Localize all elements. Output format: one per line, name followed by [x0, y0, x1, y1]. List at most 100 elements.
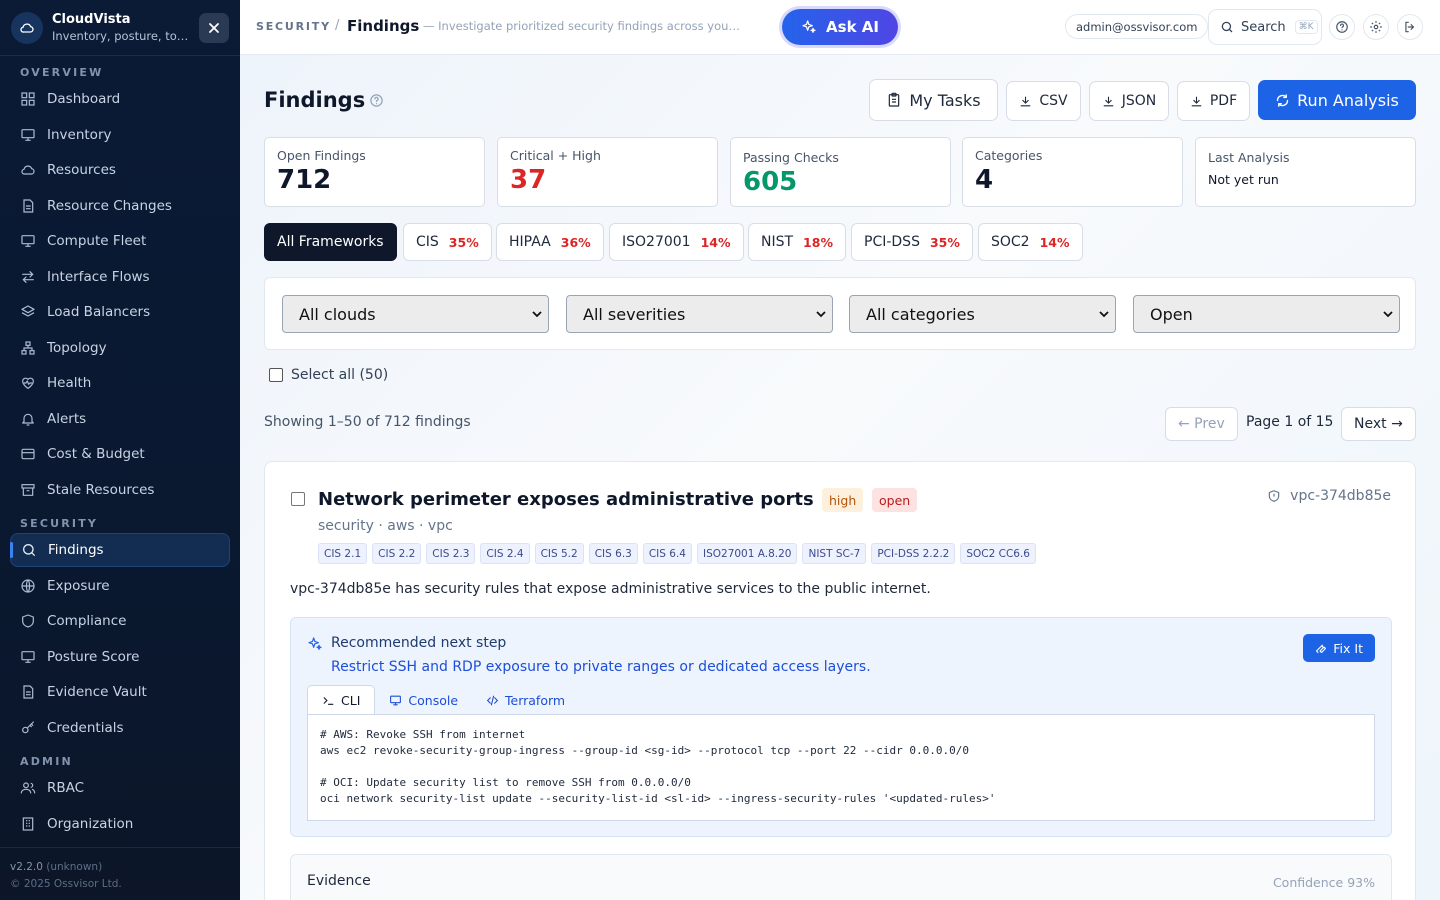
- nav-evidence-vault[interactable]: Evidence Vault: [10, 675, 230, 709]
- select-all-checkbox[interactable]: Select all (50): [269, 367, 388, 383]
- chip-percent: 35%: [448, 234, 479, 250]
- chip-label: HIPAA: [509, 234, 551, 250]
- nav-label: Posture Score: [47, 649, 140, 665]
- nav-organization[interactable]: Organization: [10, 807, 230, 841]
- nav-label: Topology: [47, 340, 107, 356]
- logout-button[interactable]: [1397, 14, 1423, 40]
- help-circle-icon[interactable]: [369, 93, 384, 108]
- nav-inventory[interactable]: Inventory: [10, 118, 230, 152]
- chip-percent: 36%: [560, 234, 591, 250]
- category-filter-select[interactable]: All categories: [849, 295, 1116, 333]
- stat-label: Open Findings: [277, 148, 366, 163]
- framework-chip-nist[interactable]: NIST 18%: [748, 223, 846, 261]
- nav-exposure[interactable]: Exposure: [10, 569, 230, 603]
- layers-icon: [21, 305, 35, 317]
- remediation-tabs: CLI Console Terraform: [307, 685, 579, 715]
- cloud-icon: [21, 165, 35, 175]
- nav-compliance[interactable]: Compliance: [10, 604, 230, 638]
- breadcrumb-section[interactable]: SECURITY: [256, 20, 331, 33]
- nav-findings[interactable]: Findings: [10, 533, 230, 567]
- evidence-title: Evidence: [307, 873, 371, 889]
- nav-stale-resources[interactable]: Stale Resources: [10, 473, 230, 507]
- select-all-label: Select all (50): [291, 367, 389, 383]
- building-icon: [22, 817, 34, 831]
- chip-percent: 18%: [803, 234, 833, 250]
- version: v2.2.0: [10, 861, 43, 873]
- my-tasks-label: My Tasks: [909, 90, 981, 110]
- evidence-panel[interactable]: Evidence Confidence 93%: [290, 854, 1392, 900]
- export-csv-button[interactable]: CSV: [1006, 81, 1081, 121]
- bell-icon: [22, 413, 34, 426]
- cloud-filter-select[interactable]: All clouds: [282, 295, 549, 333]
- nav-health[interactable]: Health: [10, 366, 230, 400]
- nav-label: Resource Changes: [47, 198, 172, 214]
- tab-cli[interactable]: CLI: [307, 685, 376, 715]
- archive-icon: [21, 484, 35, 496]
- tab-console[interactable]: Console: [375, 685, 472, 715]
- run-analysis-button[interactable]: Run Analysis: [1258, 80, 1416, 120]
- stat-value: Not yet run: [1208, 172, 1279, 187]
- nav-resources[interactable]: Resources: [10, 153, 230, 187]
- settings-button[interactable]: [1363, 14, 1389, 40]
- framework-chip-all[interactable]: All Frameworks: [264, 223, 397, 261]
- severity-filter-select[interactable]: All severities: [566, 295, 833, 333]
- nav-dashboard[interactable]: Dashboard: [10, 82, 230, 116]
- resource-link[interactable]: vpc-374db85e: [1267, 488, 1391, 504]
- nav-label: Load Balancers: [47, 304, 151, 320]
- nav-cost-budget[interactable]: Cost & Budget: [10, 437, 230, 471]
- nav-load-balancers[interactable]: Load Balancers: [10, 295, 230, 329]
- fix-it-label: Fix It: [1333, 640, 1363, 656]
- finding-description: vpc-374db85e has security rules that exp…: [290, 581, 931, 597]
- nav-credentials[interactable]: Credentials: [10, 711, 230, 745]
- framework-chip-iso27001[interactable]: ISO27001 14%: [609, 223, 744, 261]
- tab-terraform[interactable]: Terraform: [472, 685, 579, 715]
- pdf-label: PDF: [1209, 93, 1238, 109]
- next-page-button[interactable]: Next →: [1341, 407, 1416, 441]
- search-button[interactable]: Search ⌘K: [1208, 9, 1322, 45]
- checkbox[interactable]: [269, 368, 283, 382]
- status-filter-select[interactable]: Open: [1133, 295, 1400, 333]
- app-tagline: Inventory, posture, topology: [52, 28, 191, 43]
- nav-posture-score[interactable]: Posture Score: [10, 640, 230, 674]
- tab-label: CLI: [341, 693, 361, 708]
- search-icon: [23, 544, 35, 556]
- status-badge: open: [872, 488, 918, 512]
- finding-meta: security · aws · vpc: [318, 518, 453, 534]
- framework-chip-hipaa[interactable]: HIPAA 36%: [496, 223, 604, 261]
- framework-chip-cis[interactable]: CIS 35%: [403, 223, 492, 261]
- select-value: All severities: [583, 304, 686, 324]
- framework-chip-pci-dss[interactable]: PCI-DSS 35%: [851, 223, 973, 261]
- nav-label: Dashboard: [47, 91, 121, 107]
- export-json-button[interactable]: JSON: [1089, 81, 1169, 121]
- user-chip[interactable]: admin@ossvisor.com: [1065, 14, 1209, 39]
- chip-label: PCI-DSS: [864, 234, 920, 250]
- nav-alerts[interactable]: Alerts: [10, 402, 230, 436]
- framework-chip-soc2[interactable]: SOC2 14%: [978, 223, 1083, 261]
- version-note: (unknown): [46, 861, 103, 873]
- close-icon: [209, 22, 219, 33]
- select-value: All categories: [866, 304, 975, 324]
- monitor-icon: [21, 129, 35, 141]
- my-tasks-button[interactable]: My Tasks: [869, 79, 998, 121]
- fix-it-button[interactable]: Fix It: [1303, 634, 1375, 662]
- ask-ai-label: Ask AI: [826, 18, 879, 36]
- help-button[interactable]: [1329, 14, 1355, 40]
- section-overview: OVERVIEW: [20, 66, 104, 79]
- prev-page-button[interactable]: ← Prev: [1165, 407, 1238, 441]
- nav-rbac[interactable]: RBAC: [10, 771, 230, 805]
- nav-resource-changes[interactable]: Resource Changes: [10, 189, 230, 223]
- ask-ai-button[interactable]: Ask AI: [782, 9, 898, 45]
- export-pdf-button[interactable]: PDF: [1177, 81, 1250, 121]
- finding-checkbox[interactable]: [291, 492, 305, 506]
- nav-interface-flows[interactable]: Interface Flows: [10, 260, 230, 294]
- select-value: Open: [1150, 304, 1193, 324]
- close-sidebar-button[interactable]: [199, 12, 229, 43]
- stat-critical-high: Critical + High 37: [497, 137, 718, 207]
- nav-compute-fleet[interactable]: Compute Fleet: [10, 224, 230, 258]
- framework-tag: CIS 2.4: [480, 543, 530, 564]
- finding-title[interactable]: Network perimeter exposes administrative…: [318, 489, 814, 510]
- chevron-down-icon: [1383, 311, 1393, 318]
- remediation-code[interactable]: # AWS: Revoke SSH from internet aws ec2 …: [307, 714, 1375, 821]
- nav-topology[interactable]: Topology: [10, 331, 230, 365]
- monitor-icon: [390, 695, 402, 705]
